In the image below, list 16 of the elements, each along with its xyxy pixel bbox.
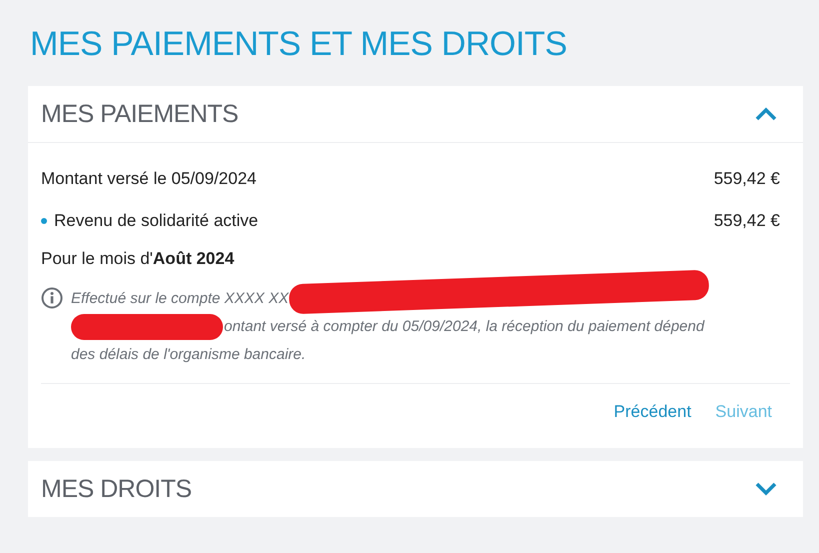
amount: 559,42 € (714, 211, 780, 231)
chevron-up-icon[interactable] (755, 107, 777, 121)
note-text: Effectué sur le compte XXXX XX (71, 289, 289, 309)
note-text: des délais de l'organisme bancaire. (71, 345, 306, 365)
row-label: Montant versé le 05/09/2024 (41, 169, 256, 189)
previous-link[interactable]: Précédent (606, 398, 700, 426)
page-title: MES PAIEMENTS ET MES DROITS (30, 24, 568, 65)
section-title: MES DROITS (41, 474, 192, 504)
amount: 559,42 € (714, 169, 780, 189)
chevron-down-icon[interactable] (755, 482, 777, 496)
note-text: ontant versé à compter du 05/09/2024, la réception du paiement dépend (224, 317, 704, 337)
row-label: Revenu de solidarité active (54, 211, 258, 231)
bullet-icon (41, 218, 47, 224)
section-title: MES PAIEMENTS (41, 100, 238, 128)
period-text: Pour le mois d'Août 2024 (41, 248, 236, 270)
info-icon (41, 287, 63, 309)
